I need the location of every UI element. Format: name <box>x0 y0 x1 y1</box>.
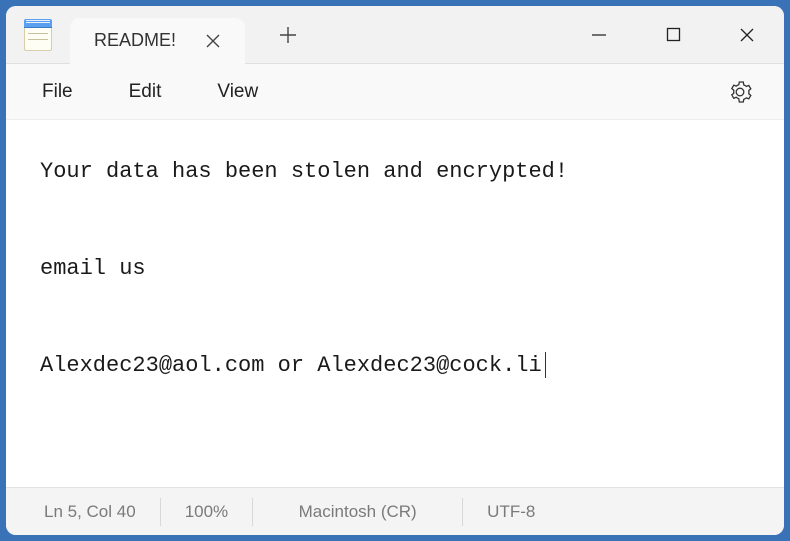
status-eol[interactable]: Macintosh (CR) <box>253 498 463 526</box>
minimize-button[interactable] <box>562 6 636 63</box>
menu-view[interactable]: View <box>189 73 286 111</box>
menubar: File Edit View <box>6 64 784 120</box>
notepad-app-icon <box>24 19 52 51</box>
window-controls <box>562 6 784 63</box>
text-editor-content[interactable]: Your data has been stolen and encrypted!… <box>6 120 784 487</box>
maximize-button[interactable] <box>636 6 710 63</box>
tab-readme[interactable]: README! <box>70 18 245 64</box>
status-zoom[interactable]: 100% <box>161 498 253 526</box>
tab-title: README! <box>94 30 176 51</box>
close-tab-icon[interactable] <box>198 30 228 52</box>
titlebar: README! <box>6 6 784 64</box>
gear-icon <box>728 80 752 104</box>
notepad-window: README! File Edit View <box>6 6 784 535</box>
content-line-5: Alexdec23@aol.com or Alexdec23@cock.li <box>40 353 542 378</box>
menu-file[interactable]: File <box>14 73 101 111</box>
content-line-3: email us <box>40 256 146 281</box>
statusbar: Ln 5, Col 40 100% Macintosh (CR) UTF-8 <box>6 487 784 535</box>
text-cursor <box>545 352 547 378</box>
status-position[interactable]: Ln 5, Col 40 <box>6 498 161 526</box>
close-window-button[interactable] <box>710 6 784 63</box>
status-encoding[interactable]: UTF-8 <box>463 498 559 526</box>
settings-button[interactable] <box>722 74 758 110</box>
menu-edit[interactable]: Edit <box>101 73 190 111</box>
new-tab-button[interactable] <box>269 20 307 50</box>
content-line-1: Your data has been stolen and encrypted! <box>40 159 568 184</box>
